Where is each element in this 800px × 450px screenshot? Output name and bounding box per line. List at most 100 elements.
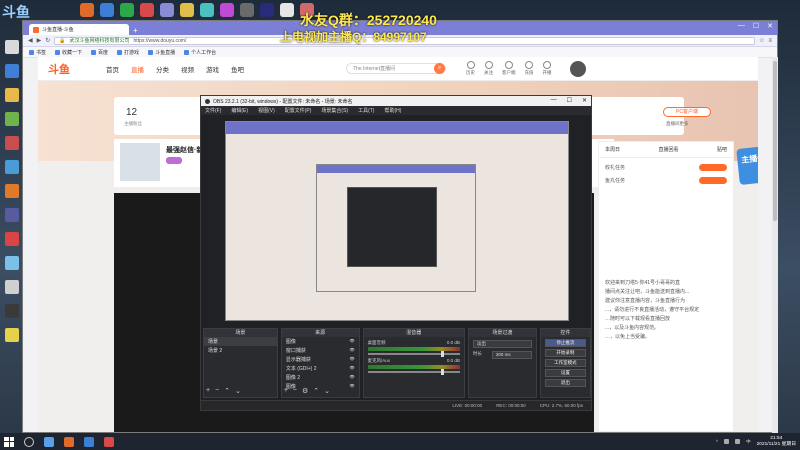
source-item[interactable]: 图像 👁 bbox=[282, 337, 359, 346]
source-item[interactable]: 窗口捕获 👁 bbox=[282, 346, 359, 355]
site-search-input[interactable]: The Internet直播间 ⌕ bbox=[346, 63, 446, 74]
close-button[interactable]: ✕ bbox=[767, 22, 773, 30]
move-up-button[interactable]: ⌃ bbox=[224, 387, 230, 395]
desktop-shortcut[interactable] bbox=[2, 64, 22, 78]
obs-menu-item[interactable]: 视图(V) bbox=[258, 107, 275, 114]
obs-menu-item[interactable]: 工具(T) bbox=[358, 107, 374, 114]
tab-weekly[interactable]: 本周日 bbox=[605, 146, 620, 153]
page-scrollbar[interactable] bbox=[772, 57, 778, 433]
client-button[interactable]: 客户端 bbox=[502, 61, 516, 76]
desktop-shortcut[interactable] bbox=[2, 304, 22, 318]
app-icon[interactable] bbox=[100, 3, 114, 17]
taskbar-app-icon[interactable] bbox=[104, 436, 114, 447]
nav-live[interactable]: 直播 bbox=[131, 64, 144, 74]
taskbar-app-icon[interactable] bbox=[64, 436, 74, 447]
tray-arrow[interactable]: ^ bbox=[716, 439, 718, 444]
avatar[interactable] bbox=[569, 60, 586, 77]
obs-control-button[interactable]: 停止推流 bbox=[544, 339, 586, 347]
desktop-shortcut[interactable] bbox=[2, 232, 22, 246]
bookmark-item[interactable]: 书签 bbox=[29, 49, 46, 56]
eye-icon[interactable]: 👁 bbox=[349, 374, 354, 381]
bookmark-item[interactable]: 斗鱼直播 bbox=[148, 49, 175, 56]
search-icon[interactable]: ⌕ bbox=[434, 63, 445, 74]
eye-icon[interactable]: 👁 bbox=[349, 347, 354, 354]
app-icon[interactable] bbox=[200, 3, 214, 17]
duration-input[interactable]: 300 ms bbox=[491, 351, 532, 359]
obs-menu-item[interactable]: 编辑(E) bbox=[231, 107, 248, 114]
obs-menu-item[interactable]: 文件(F) bbox=[205, 107, 221, 114]
obs-control-button[interactable]: 开始录制 bbox=[544, 349, 586, 357]
app-icon[interactable] bbox=[180, 3, 194, 17]
scene-item[interactable]: 场景 bbox=[204, 337, 277, 346]
app-icon[interactable] bbox=[80, 3, 94, 17]
tab-tieba[interactable]: 贴吧 bbox=[717, 146, 727, 153]
follow-button[interactable]: 关注 bbox=[484, 61, 493, 76]
move-up-button[interactable]: ⌃ bbox=[313, 387, 319, 395]
app-icon[interactable] bbox=[280, 3, 294, 17]
nav-category[interactable]: 分类 bbox=[156, 64, 169, 74]
obs-control-button[interactable]: 退出 bbox=[544, 379, 586, 387]
promo-badge[interactable]: 主播任务 bbox=[736, 145, 758, 185]
recharge-button[interactable]: 充值 bbox=[525, 61, 534, 76]
desktop-shortcut[interactable] bbox=[2, 256, 22, 270]
bookmark-item[interactable]: 收藏一下 bbox=[55, 49, 82, 56]
source-settings-icon[interactable]: ⚙ bbox=[302, 387, 308, 395]
maximize-button[interactable]: ☐ bbox=[753, 22, 759, 30]
obs-menu-item[interactable]: 帮助(H) bbox=[384, 107, 401, 114]
app-icon[interactable] bbox=[220, 3, 234, 17]
desktop-shortcut[interactable] bbox=[2, 160, 22, 174]
windows-start-icon[interactable] bbox=[4, 436, 14, 447]
app-icon[interactable] bbox=[260, 3, 274, 17]
menu-icon[interactable]: ≡ bbox=[768, 38, 772, 44]
task-pill-button[interactable] bbox=[699, 176, 727, 184]
volume-slider[interactable] bbox=[367, 351, 460, 357]
anchor-avatar[interactable] bbox=[120, 143, 160, 181]
add-source-button[interactable]: + bbox=[284, 387, 288, 395]
scrollbar-thumb[interactable] bbox=[773, 61, 777, 221]
scene-item[interactable]: 场景 2 bbox=[204, 346, 277, 355]
back-icon[interactable]: ◀ bbox=[28, 37, 33, 44]
bookmark-item[interactable]: 打游戏 bbox=[117, 49, 139, 56]
source-item[interactable]: 图像 2 👁 bbox=[282, 373, 359, 382]
nav-video[interactable]: 视频 bbox=[181, 64, 194, 74]
move-down-button[interactable]: ⌄ bbox=[235, 387, 241, 395]
tab-douyu[interactable]: 斗鱼直播-斗鱼 bbox=[29, 24, 129, 35]
nav-yuba[interactable]: 鱼吧 bbox=[231, 64, 244, 74]
app-icon[interactable] bbox=[240, 3, 254, 17]
obs-menu-item[interactable]: 配置文件(P) bbox=[285, 107, 312, 114]
eye-icon[interactable]: 👁 bbox=[349, 338, 354, 345]
desktop-shortcut[interactable] bbox=[2, 280, 22, 294]
source-item[interactable]: 显示器捕获 👁 bbox=[282, 355, 359, 364]
network-icon[interactable] bbox=[724, 439, 730, 444]
volume-icon[interactable] bbox=[735, 439, 741, 444]
ime-indicator[interactable]: 中 bbox=[746, 439, 751, 445]
site-logo[interactable]: 斗鱼 bbox=[48, 61, 94, 77]
desktop-shortcut[interactable] bbox=[2, 328, 22, 342]
broadcast-button[interactable]: 开播 bbox=[543, 61, 552, 76]
desktop-shortcut[interactable] bbox=[2, 184, 22, 198]
desktop-shortcut[interactable] bbox=[2, 88, 22, 102]
clock[interactable]: 21:54 2021/11/21 星期日 bbox=[757, 436, 796, 448]
desktop-shortcut[interactable] bbox=[2, 112, 22, 126]
pc-client-button[interactable]: PC客户端 bbox=[663, 107, 711, 117]
obs-close-button[interactable]: ✕ bbox=[582, 97, 587, 104]
task-pill-button[interactable] bbox=[699, 163, 727, 171]
obs-menu-item[interactable]: 场景集合(S) bbox=[321, 107, 348, 114]
eye-icon[interactable]: 👁 bbox=[349, 365, 354, 372]
add-scene-button[interactable]: + bbox=[206, 387, 210, 395]
obs-control-button[interactable]: 设置 bbox=[544, 369, 586, 377]
history-button[interactable]: 历史 bbox=[466, 61, 475, 76]
app-icon[interactable] bbox=[160, 3, 174, 17]
desktop-shortcut[interactable] bbox=[2, 136, 22, 150]
minimize-button[interactable]: — bbox=[738, 22, 745, 30]
taskbar-app-icon[interactable] bbox=[84, 436, 94, 447]
eye-icon[interactable]: 👁 bbox=[349, 383, 354, 390]
desktop-shortcut[interactable] bbox=[2, 208, 22, 222]
nav-home[interactable]: 首页 bbox=[106, 64, 119, 74]
forward-icon[interactable]: ▶ bbox=[37, 37, 42, 44]
star-icon[interactable]: ☆ bbox=[759, 37, 764, 44]
obs-minimize-button[interactable]: — bbox=[551, 97, 557, 104]
transition-type-select[interactable]: 淡出 bbox=[472, 340, 532, 348]
remove-scene-button[interactable]: − bbox=[215, 387, 219, 395]
volume-slider[interactable] bbox=[367, 369, 460, 375]
